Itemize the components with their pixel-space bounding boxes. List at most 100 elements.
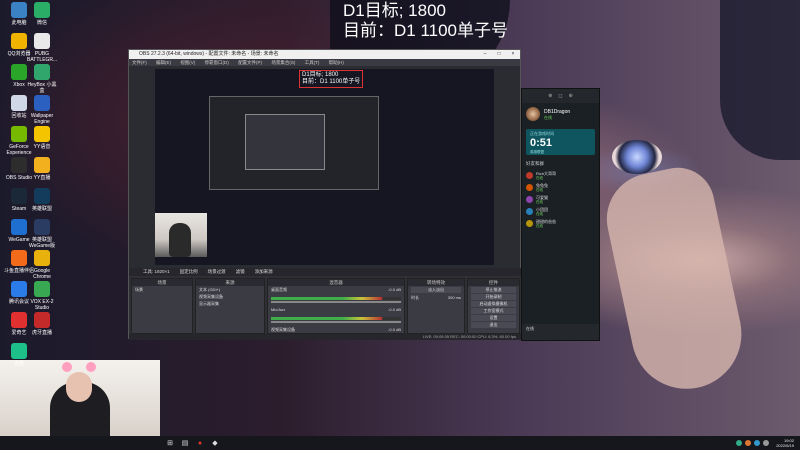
- tab-add-source[interactable]: 添加来源: [255, 268, 273, 276]
- desktop-icon-label: YY直播: [33, 175, 51, 181]
- webcam-preview: [155, 213, 207, 257]
- friend-item[interactable]: Rich大哥哥 在线: [522, 169, 599, 181]
- friend-item[interactable]: 可爱猫 在线: [522, 193, 599, 205]
- desktop-icon-label: Google Chrome: [33, 268, 51, 280]
- menu-edit[interactable]: 编辑(E): [156, 60, 171, 65]
- stop-streaming-button[interactable]: 停止推流: [471, 287, 516, 293]
- xbox-bottom-text: 在线: [526, 326, 534, 331]
- file-explorer-icon[interactable]: ▤: [179, 437, 191, 449]
- desktop-icon[interactable]: VOX EX-2 Studio: [27, 281, 57, 311]
- exit-button[interactable]: 退出: [471, 322, 516, 328]
- desktop-icon-label: Wallpaper Engine: [30, 113, 54, 125]
- virtual-camera-button[interactable]: 启动虚拟摄像机: [471, 301, 516, 307]
- desktop-icon[interactable]: Wallpaper Engine: [27, 95, 57, 125]
- xbox-bottom-bar[interactable]: 在线: [522, 324, 599, 340]
- xbox-profile[interactable]: DB1Dragon 在线: [522, 103, 599, 125]
- nested-preview: [209, 96, 379, 190]
- desktop-icon[interactable]: HeyBox 小黑盒: [27, 64, 57, 94]
- friend-status: 在线: [536, 187, 543, 192]
- pin-icon[interactable]: ⊕: [569, 93, 573, 99]
- menu-file[interactable]: 文件(F): [132, 60, 147, 65]
- audio-meter: [271, 317, 401, 320]
- profile-name: DB1Dragon: [544, 108, 571, 115]
- friend-status: 在线: [536, 199, 543, 204]
- transition-select[interactable]: 淡入淡出: [411, 287, 461, 293]
- desktop-icon[interactable]: YY语音: [27, 126, 57, 150]
- desktop-icon[interactable]: 英雄联盟: [27, 188, 57, 212]
- desktop-icon-label: HeyBox 小黑盒: [27, 82, 57, 94]
- volume-slider[interactable]: [271, 321, 401, 323]
- settings-button[interactable]: 设置: [471, 315, 516, 321]
- system-tray: 19:02 2022/6/19: [736, 436, 794, 450]
- start-recording-button[interactable]: 开始录制: [471, 294, 516, 300]
- mixer-level: -0.0 dB: [388, 307, 401, 312]
- start-icon[interactable]: ⊞: [164, 437, 176, 449]
- xbox-toolbar: ⊗ ◻ ⊕: [522, 89, 599, 103]
- desktop-icon[interactable]: 微信: [27, 2, 57, 26]
- tab-aspect[interactable]: 固定比例: [180, 268, 198, 276]
- mixer-level: -0.0 dB: [388, 327, 401, 332]
- source-item[interactable]: 视频采集设备: [196, 293, 264, 300]
- minimize-icon[interactable]: –: [478, 50, 492, 59]
- menu-tools[interactable]: 工具(T): [305, 60, 320, 65]
- sources-dock: 来源 文本 (GDI+) 视频采集设备 显示器采集: [195, 278, 265, 334]
- friend-status: 在线: [536, 211, 543, 216]
- volume-icon[interactable]: [763, 440, 770, 446]
- obs-docks: 工具: 1920×1 固定比例 场景过渡 滤镜 添加来源 场景 场景 来源 文本…: [129, 268, 522, 340]
- friend-item[interactable]: 甜甜的爸爸 在线: [522, 217, 599, 229]
- app-icon: [34, 250, 50, 266]
- source-item[interactable]: 显示器采集: [196, 300, 264, 307]
- friend-avatar: [526, 219, 533, 227]
- xbox-game-bar-panel[interactable]: ⊗ ◻ ⊕ DB1Dragon 在线 正在游戏时间 0:51 英雄联盟 好友和群 R…: [521, 88, 600, 341]
- menu-scene-collection[interactable]: 场景集合(S): [271, 60, 295, 65]
- obs-taskbar-icon[interactable]: ●: [194, 437, 206, 449]
- tab-filters[interactable]: 滤镜: [236, 268, 245, 276]
- app-taskbar-icon[interactable]: ◆: [209, 437, 221, 449]
- duration-value[interactable]: 300 ms: [448, 295, 461, 300]
- nested-preview-inner: [245, 114, 325, 170]
- desktop-icon[interactable]: 英雄联盟WeGame版: [27, 219, 57, 249]
- menu-docks[interactable]: 停靠窗口(D): [205, 60, 229, 65]
- obs-title-bar[interactable]: OBS 27.2.3 (64-bit, windows) - 配置文件: 未命名…: [129, 50, 520, 59]
- app-icon: [11, 64, 27, 80]
- desktop-icon[interactable]: 迅雷: [4, 343, 34, 367]
- tray-icon[interactable]: [754, 440, 761, 446]
- friend-item[interactable]: 小团团 在线: [522, 205, 599, 217]
- obs-menu-bar: 文件(F) 编辑(E) 视图(V) 停靠窗口(D) 配置文件(P) 场景集合(S…: [129, 59, 520, 66]
- volume-slider[interactable]: [271, 301, 401, 303]
- tray-icon[interactable]: [736, 440, 743, 446]
- friend-status: 在线: [536, 175, 543, 180]
- obs-preview-canvas[interactable]: D1目标; 1800 目前：D1 1100单子号: [155, 69, 494, 265]
- friend-name: 可爱猫: [536, 194, 548, 200]
- scenes-dock: 场景 场景: [131, 278, 193, 334]
- friend-name: 兔兔兔: [536, 182, 548, 188]
- desktop-icon[interactable]: YY直播: [27, 157, 57, 181]
- mixer-dock: 混音器 桌面音频 -0.0 dB Mic/Aux -0.0 dB 视频采集设备 -0.…: [267, 278, 405, 334]
- scene-item[interactable]: 场景: [132, 286, 192, 293]
- tray-icon[interactable]: [745, 440, 752, 446]
- xbox-icon[interactable]: ⊗: [548, 93, 552, 99]
- close-icon[interactable]: ×: [506, 50, 520, 59]
- desktop-icon-label: 虎牙直播: [31, 330, 52, 336]
- friend-item[interactable]: 兔兔兔 在线: [522, 181, 599, 193]
- friends-header: 好友和群: [526, 161, 544, 166]
- maximize-icon[interactable]: □: [492, 50, 506, 59]
- studio-mode-button[interactable]: 工作室模式: [471, 308, 516, 314]
- friend-name: Rich大哥哥: [536, 170, 557, 176]
- taskbar-clock[interactable]: 19:02 2022/6/19: [776, 438, 794, 448]
- chat-icon[interactable]: ◻: [558, 93, 562, 99]
- menu-help[interactable]: 帮助(H): [329, 60, 344, 65]
- source-item[interactable]: 文本 (GDI+): [196, 286, 264, 293]
- menu-view[interactable]: 视图(V): [180, 60, 195, 65]
- app-icon: [11, 2, 27, 18]
- obs-status-bar: LIVE: 00:09:35 REC: 00:00:00 CPU: 6.3%, …: [129, 334, 522, 340]
- tab-tool[interactable]: 工具: 1920×1: [143, 268, 170, 276]
- desktop-icon[interactable]: Google Chrome: [27, 250, 57, 280]
- desktop-icon[interactable]: 虎牙直播: [27, 312, 57, 336]
- obs-window[interactable]: OBS 27.2.3 (64-bit, windows) - 配置文件: 未命名…: [128, 49, 522, 340]
- tab-transition[interactable]: 场景过渡: [208, 268, 226, 276]
- webcam-overlay: [0, 360, 160, 436]
- desktop-icon[interactable]: PUBG BATTLEGR...: [27, 33, 57, 63]
- menu-profile[interactable]: 配置文件(P): [238, 60, 262, 65]
- app-icon: [34, 157, 50, 173]
